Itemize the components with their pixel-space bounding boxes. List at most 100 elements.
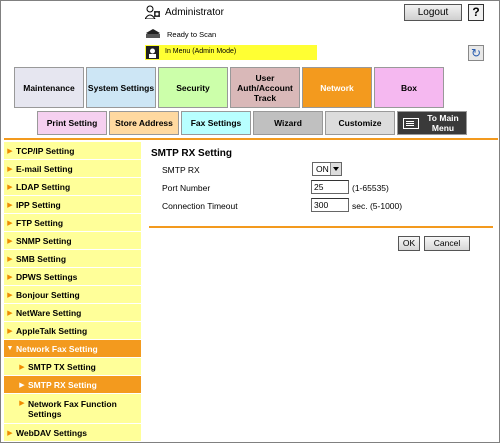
sidebar-item-smb[interactable]: ▶ SMB Setting — [4, 250, 141, 268]
sidebar-nav: ▶ TCP/IP Setting ▶ E-mail Setting ▶ LDAP Se… — [4, 142, 141, 442]
tab-label: Security — [176, 82, 210, 93]
sidebar-item-label: SMB Setting — [16, 253, 67, 264]
arrow-right-icon: ▶ — [19, 400, 25, 407]
help-button[interactable]: ? — [468, 4, 484, 21]
mode-label: In Menu (Admin Mode) — [165, 48, 237, 55]
tab-label: Network — [320, 82, 354, 93]
tab-label: Maintenance — [23, 82, 75, 93]
subtab-customize[interactable]: Customize — [325, 111, 395, 135]
connection-timeout-label: Connection Timeout — [162, 201, 238, 211]
port-number-input[interactable]: 25 — [311, 180, 349, 194]
refresh-icon: ↻ — [470, 46, 482, 60]
sidebar-item-label: Bonjour Setting — [16, 289, 80, 300]
sidebar-item-appletalk[interactable]: ▶ AppleTalk Setting — [4, 322, 141, 340]
chevron-down-icon[interactable] — [330, 163, 341, 175]
sidebar-item-bonjour[interactable]: ▶ Bonjour Setting — [4, 286, 141, 304]
cancel-button[interactable]: Cancel — [424, 236, 470, 251]
tab-divider — [4, 138, 498, 140]
sidebar-item-label: SMTP TX Setting — [28, 361, 96, 372]
tab-label: System Settings — [87, 82, 155, 93]
subtab-label: Fax Settings — [190, 118, 242, 128]
arrow-right-icon: ▶ — [7, 255, 13, 263]
device-status: Ready to Scan — [167, 30, 217, 39]
admin-mode-icon — [146, 46, 159, 59]
arrow-right-icon: ▶ — [7, 219, 13, 227]
sidebar-item-smtp-rx[interactable]: ▶ SMTP RX Setting — [4, 376, 141, 394]
to-main-menu-button[interactable]: To Main Menu — [397, 111, 467, 135]
subtab-print-setting[interactable]: Print Setting — [37, 111, 107, 135]
sidebar-item-netware[interactable]: ▶ NetWare Setting — [4, 304, 141, 322]
sidebar-item-smtp-tx[interactable]: ▶ SMTP TX Setting — [4, 358, 141, 376]
tab-label: Box — [400, 82, 418, 93]
user-name: Administrator — [165, 7, 224, 18]
tab-maintenance[interactable]: Maintenance — [14, 67, 84, 108]
subtab-label: Store Address — [115, 118, 173, 128]
tab-system-settings[interactable]: System Settings — [86, 67, 156, 108]
sidebar-item-label: Network Fax Function Settings — [28, 399, 117, 419]
arrow-right-icon: ▶ — [7, 147, 13, 155]
sidebar-item-label: FTP Setting — [16, 217, 64, 228]
arrow-down-icon: ▼ — [6, 345, 14, 352]
arrow-right-icon: ▶ — [7, 291, 13, 299]
arrow-right-icon: ▶ — [19, 381, 25, 389]
sidebar-item-snmp[interactable]: ▶ SNMP Setting — [4, 232, 141, 250]
arrow-right-icon: ▶ — [7, 429, 13, 437]
sidebar-item-label: DPWS Settings — [16, 271, 78, 282]
sidebar-item-label: IPP Setting — [16, 199, 61, 210]
sidebar-item-label: E-mail Setting — [16, 163, 73, 174]
sidebar-item-tcp-ip[interactable]: ▶ TCP/IP Setting — [4, 142, 141, 160]
sidebar-item-ftp[interactable]: ▶ FTP Setting — [4, 214, 141, 232]
smtp-rx-value: ON — [316, 164, 329, 174]
subtab-label: Print Setting — [46, 118, 98, 128]
sidebar-item-label: TCP/IP Setting — [16, 145, 75, 156]
sidebar-item-network-fax[interactable]: ▼ Network Fax Setting — [4, 340, 141, 358]
page-title: SMTP RX Setting — [151, 148, 232, 159]
sidebar-item-label: SNMP Setting — [16, 235, 72, 246]
smtp-rx-label: SMTP RX — [162, 165, 200, 175]
subtab-fax-settings[interactable]: Fax Settings — [181, 111, 251, 135]
tab-box[interactable]: Box — [374, 67, 444, 108]
sidebar-item-ldap[interactable]: ▶ LDAP Setting — [4, 178, 141, 196]
sidebar-item-label: Network Fax Setting — [16, 343, 98, 354]
subtab-wizard[interactable]: Wizard — [253, 111, 323, 135]
sidebar-item-label: WebDAV Settings — [16, 427, 87, 438]
subtab-label: To Main Menu — [427, 113, 459, 133]
arrow-right-icon: ▶ — [7, 237, 13, 245]
arrow-right-icon: ▶ — [7, 327, 13, 335]
timeout-range-hint: sec. (5-1000) — [352, 201, 403, 211]
smtp-rx-select[interactable]: ON — [312, 162, 342, 176]
content-divider — [149, 226, 493, 228]
arrow-right-icon: ▶ — [7, 273, 13, 281]
sidebar-item-webdav[interactable]: ▶ WebDAV Settings — [4, 424, 141, 442]
administrator-icon — [145, 5, 160, 19]
tab-security[interactable]: Security — [158, 67, 228, 108]
sidebar-item-label: SMTP RX Setting — [28, 379, 97, 390]
logout-button[interactable]: Logout — [404, 4, 462, 21]
subtab-store-address[interactable]: Store Address — [109, 111, 179, 135]
app-frame: Administrator Logout ? Ready to Scan In … — [0, 0, 500, 443]
tab-network[interactable]: Network — [302, 67, 372, 108]
connection-timeout-input[interactable]: 300 — [311, 198, 349, 212]
main-menu-icon — [403, 117, 419, 129]
tab-user-auth-account-track[interactable]: User Auth/Account Track — [230, 67, 300, 108]
sidebar-item-label: AppleTalk Setting — [16, 325, 88, 336]
sidebar-item-dpws[interactable]: ▶ DPWS Settings — [4, 268, 141, 286]
sidebar-item-network-fax-function[interactable]: ▶ Network Fax Function Settings — [4, 394, 141, 424]
sidebar-item-label: LDAP Setting — [16, 181, 71, 192]
port-range-hint: (1-65535) — [352, 183, 389, 193]
arrow-right-icon: ▶ — [7, 165, 13, 173]
arrow-right-icon: ▶ — [7, 183, 13, 191]
refresh-button[interactable]: ↻ — [468, 45, 484, 61]
port-number-label: Port Number — [162, 183, 211, 193]
scanner-icon — [146, 29, 160, 38]
mode-status-bar: In Menu (Admin Mode) — [145, 45, 317, 60]
sidebar-item-label: NetWare Setting — [16, 307, 82, 318]
subtab-label: Wizard — [274, 118, 302, 128]
arrow-right-icon: ▶ — [7, 309, 13, 317]
arrow-right-icon: ▶ — [7, 201, 13, 209]
ok-button[interactable]: OK — [398, 236, 420, 251]
arrow-right-icon: ▶ — [19, 363, 25, 371]
sidebar-item-email[interactable]: ▶ E-mail Setting — [4, 160, 141, 178]
sidebar-item-ipp[interactable]: ▶ IPP Setting — [4, 196, 141, 214]
tab-label: User Auth/Account Track — [237, 72, 293, 103]
